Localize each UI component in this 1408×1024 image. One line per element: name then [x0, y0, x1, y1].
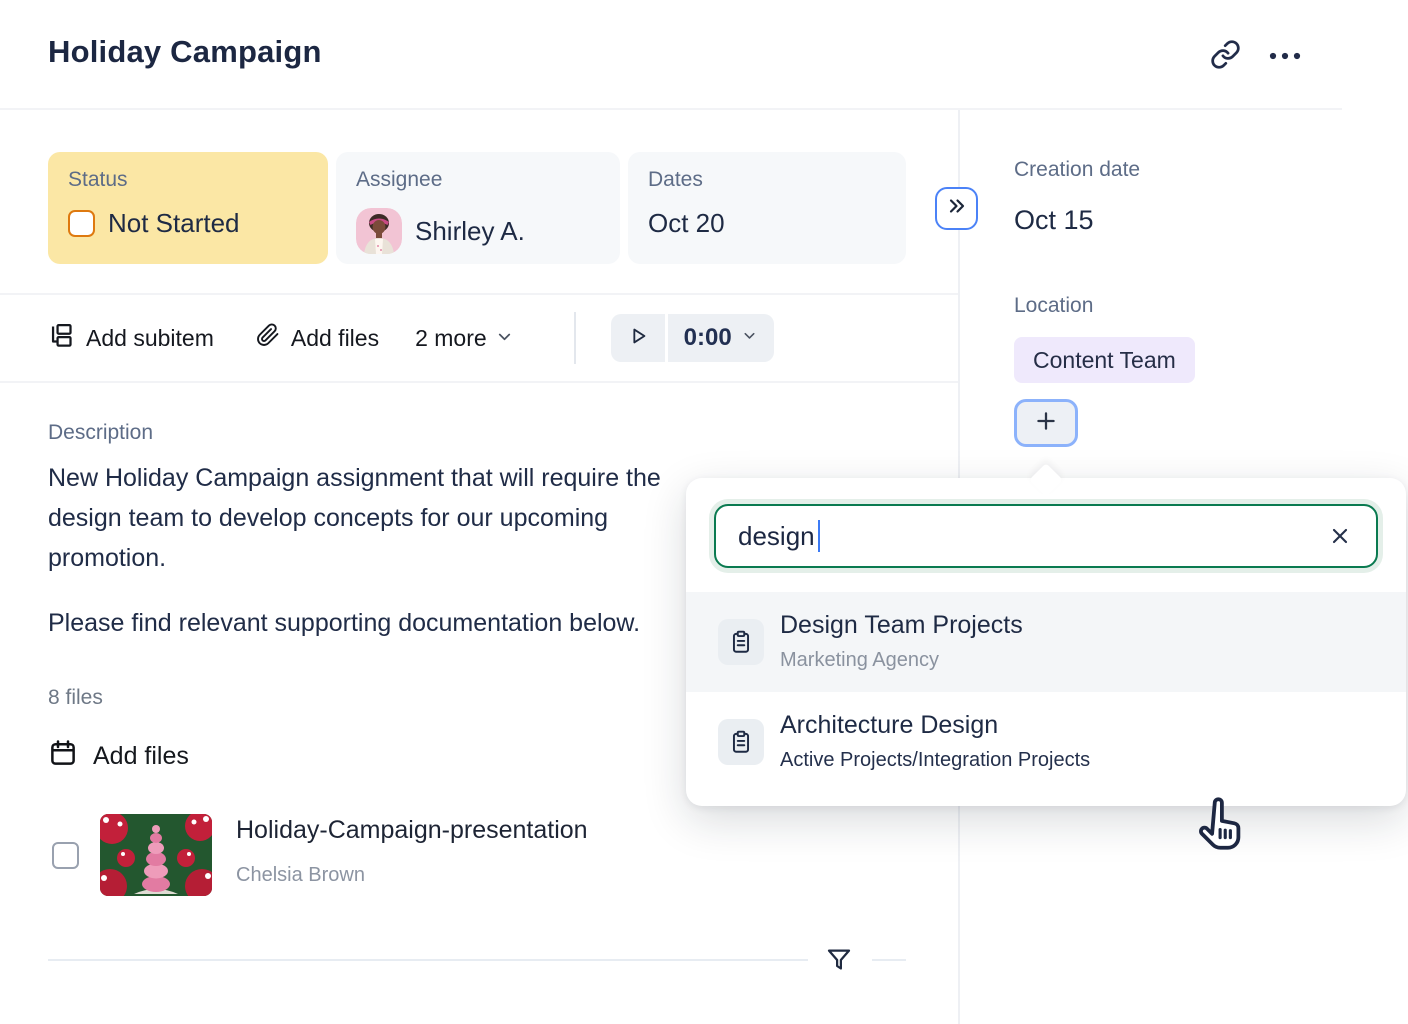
add-subitem-label: Add subitem: [86, 325, 214, 352]
more-tools-dropdown[interactable]: 2 more: [415, 325, 514, 352]
text-caret: [818, 520, 821, 552]
creation-date-label: Creation date: [1014, 158, 1140, 182]
add-files-row-label: Add files: [93, 742, 189, 771]
add-subitem-button[interactable]: Add subitem: [48, 322, 214, 355]
status-field[interactable]: Status Not Started: [48, 152, 328, 264]
toolbar-divider: [0, 381, 958, 383]
location-chip[interactable]: Content Team: [1014, 337, 1195, 383]
result-subtitle: Marketing Agency: [780, 649, 1023, 672]
description-text: design team to develop concepts for our …: [48, 504, 608, 533]
filter-divider-right: [872, 959, 906, 961]
chevron-down-icon: [741, 327, 758, 349]
location-results-list: Design Team Projects Marketing Agency Ar…: [686, 592, 1406, 792]
description-text: promotion.: [48, 544, 166, 573]
assignee-value: Shirley A.: [415, 216, 525, 247]
assignee-avatar: [356, 208, 402, 254]
collapse-sidebar-button[interactable]: [935, 187, 978, 230]
status-value: Not Started: [108, 208, 240, 239]
location-label: Location: [1014, 294, 1093, 318]
header-divider: [0, 108, 1342, 110]
description-text: Please find relevant supporting document…: [48, 609, 640, 638]
ellipsis-icon: [1268, 48, 1302, 66]
clipboard-icon: [718, 619, 764, 665]
file-owner: Chelsia Brown: [236, 864, 365, 887]
dates-field[interactable]: Dates Oct 20: [628, 152, 906, 264]
toolbar-separator: [574, 312, 576, 364]
description-text: New Holiday Campaign assignment that wil…: [48, 464, 661, 493]
location-picker-popup: design Design Team Projects Marketing Ag…: [686, 478, 1406, 806]
link-icon: [1210, 39, 1241, 75]
chevron-down-icon: [495, 325, 514, 352]
result-title: Design Team Projects: [780, 612, 1023, 640]
timer-play-button[interactable]: [611, 314, 665, 362]
dates-value: Oct 20: [648, 208, 725, 239]
result-title: Architecture Design: [780, 712, 1090, 740]
dates-label: Dates: [648, 168, 886, 192]
location-result-design-team-projects[interactable]: Design Team Projects Marketing Agency: [686, 592, 1406, 692]
assignee-field[interactable]: Assignee Shirley A.: [336, 152, 620, 264]
plus-icon: [1033, 408, 1059, 439]
creation-date-value: Oct 15: [1014, 205, 1094, 236]
add-location-button[interactable]: [1014, 399, 1078, 447]
filter-icon[interactable]: [824, 945, 854, 980]
clear-search-button[interactable]: [1326, 522, 1354, 550]
files-count: 8 files: [48, 686, 103, 710]
double-chevron-right-icon: [945, 194, 969, 223]
subitem-icon: [48, 322, 75, 355]
page-title: Holiday Campaign: [48, 34, 322, 70]
filter-divider-left: [48, 959, 808, 961]
location-result-architecture-design[interactable]: Architecture Design Active Projects/Inte…: [686, 692, 1406, 792]
more-tools-label: 2 more: [415, 325, 487, 352]
clipboard-icon: [718, 719, 764, 765]
description-label: Description: [48, 421, 153, 445]
file-checkbox[interactable]: [52, 842, 79, 869]
more-actions-button[interactable]: [1268, 40, 1302, 74]
search-input-value: design: [738, 521, 815, 552]
paperclip-icon: [256, 323, 280, 353]
calendar-icon: [48, 738, 78, 775]
file-name[interactable]: Holiday-Campaign-presentation: [236, 816, 588, 845]
task-toolbar: Add subitem Add files 2 more 0:00: [0, 295, 958, 381]
status-checkbox[interactable]: [68, 210, 95, 237]
assignee-label: Assignee: [356, 168, 600, 192]
add-files-label: Add files: [291, 325, 379, 352]
play-icon: [627, 325, 649, 352]
add-files-button[interactable]: Add files: [256, 323, 379, 353]
status-label: Status: [68, 168, 308, 192]
add-files-row-button[interactable]: Add files: [48, 738, 189, 775]
result-subtitle: Active Projects/Integration Projects: [780, 749, 1090, 772]
file-thumbnail[interactable]: [100, 814, 212, 896]
location-search-input[interactable]: design: [714, 504, 1378, 568]
timer-value: 0:00: [684, 324, 732, 352]
copy-link-button[interactable]: [1208, 40, 1242, 74]
timer-value-dropdown[interactable]: 0:00: [668, 314, 774, 362]
